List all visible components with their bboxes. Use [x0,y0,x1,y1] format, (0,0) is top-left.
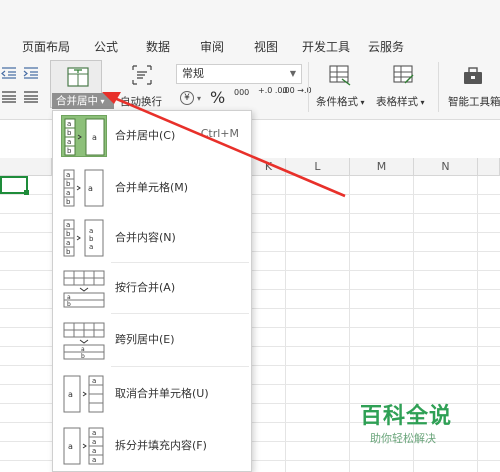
watermark-subtitle: 助你轻松解决 [370,432,436,445]
watermark: 百科全说 助你轻松解决 [360,396,500,472]
watermark-title: 百科全说 [360,404,453,429]
